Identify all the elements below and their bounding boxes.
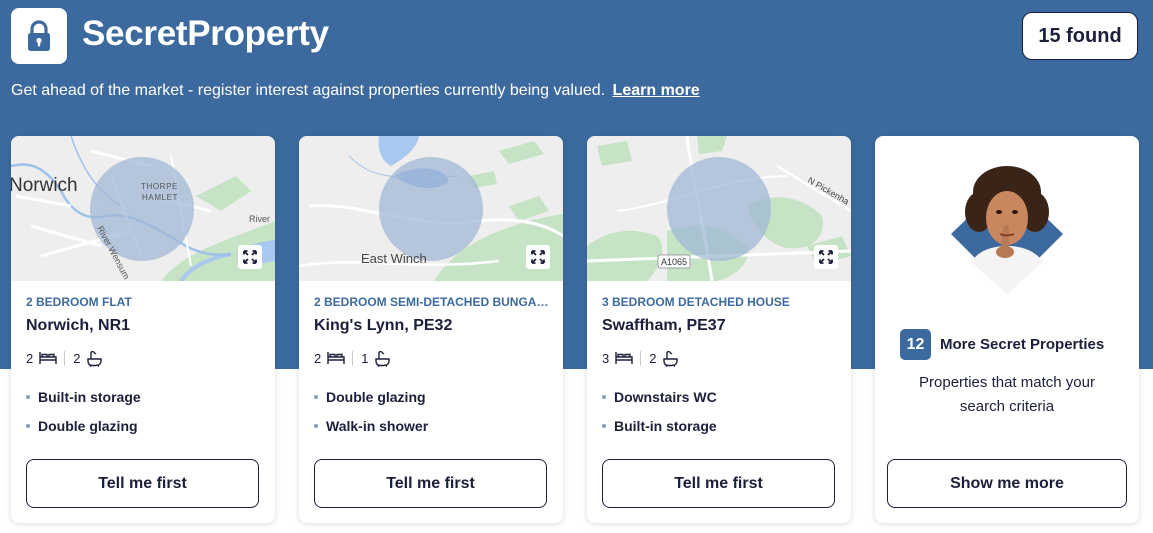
property-type: 3 BEDROOM DETACHED HOUSE [602,295,790,309]
bath-icon [663,350,679,367]
feature-list: Double glazing Walk-in shower [314,388,428,446]
property-map[interactable]: Norwich THORPE HAMLET River River Wensum [11,136,275,281]
feature-item: Built-in storage [602,417,717,446]
brand-title: SecretProperty [82,14,329,53]
tell-me-first-button[interactable]: Tell me first [314,459,547,508]
divider [64,350,66,366]
bedroom-count: 2 [26,350,34,366]
room-counts: 2 1 [314,349,391,367]
divider [352,350,354,366]
bath-icon [87,350,103,367]
bedroom-count: 2 [314,350,322,366]
feature-item: Downstairs WC [602,388,717,417]
bathroom-count: 2 [649,350,657,366]
logo[interactable] [11,8,67,64]
learn-more-link[interactable]: Learn more [613,82,700,99]
feature-item: Double glazing [314,388,428,417]
room-counts: 2 2 [26,349,103,367]
property-location: King's Lynn, PE32 [314,317,453,334]
feature-list: Downstairs WC Built-in storage [602,388,717,446]
expand-map-button[interactable] [526,245,550,269]
property-card: East Winch 2 BEDROOM SEMI-DETACHED BUNGA… [299,136,563,523]
room-counts: 3 2 [602,349,679,367]
map-label: Norwich [11,175,78,196]
more-properties-card: 12 More Secret Properties Properties tha… [875,136,1139,523]
more-properties-description: Properties that match your search criter… [919,374,1095,415]
secret-person-illustration [949,154,1065,294]
road-label: A1065 [661,257,687,267]
tell-me-first-button[interactable]: Tell me first [26,459,259,508]
feature-item: Double glazing [26,417,141,446]
property-map[interactable]: East Winch [299,136,563,281]
feature-item: Built-in storage [26,388,141,417]
map-label: East Winch [361,251,427,266]
more-count-badge: 12 [900,329,931,360]
divider [640,350,642,366]
map-label: HAMLET [142,193,178,202]
bathroom-count: 1 [361,350,369,366]
property-card: Norwich THORPE HAMLET River River Wensum… [11,136,275,523]
expand-map-button[interactable] [238,245,262,269]
tagline: Get ahead of the market - register inter… [11,82,700,100]
bed-icon [39,352,57,364]
tagline-text: Get ahead of the market - register inter… [11,82,606,99]
map-label: THORPE [141,182,178,191]
expand-map-button[interactable] [814,245,838,269]
property-location: Swaffham, PE37 [602,317,726,334]
property-type: 2 BEDROOM FLAT [26,295,132,309]
expand-arrows-icon [531,250,545,264]
bed-icon [327,352,345,364]
more-properties-title: More Secret Properties [940,336,1105,353]
show-me-more-button[interactable]: Show me more [887,459,1127,508]
property-card: A1065 N Pickenha 3 BEDROOM DETACHED HOUS… [587,136,851,523]
property-map[interactable]: A1065 N Pickenha [587,136,851,281]
expand-arrows-icon [243,250,257,264]
tell-me-first-button[interactable]: Tell me first [602,459,835,508]
map-label: River [249,214,270,224]
property-type: 2 BEDROOM SEMI-DETACHED BUNGALOW [314,295,550,309]
bedroom-count: 3 [602,350,610,366]
more-properties-heading: 12 More Secret Properties [900,329,1104,360]
bed-icon [615,352,633,364]
bathroom-count: 2 [73,350,81,366]
bath-icon [375,350,391,367]
feature-list: Built-in storage Double glazing [26,388,141,446]
expand-arrows-icon [819,250,833,264]
results-count-badge: 15 found [1022,12,1138,60]
feature-item: Walk-in shower [314,417,428,446]
padlock-icon [28,20,50,51]
property-location: Norwich, NR1 [26,317,131,334]
